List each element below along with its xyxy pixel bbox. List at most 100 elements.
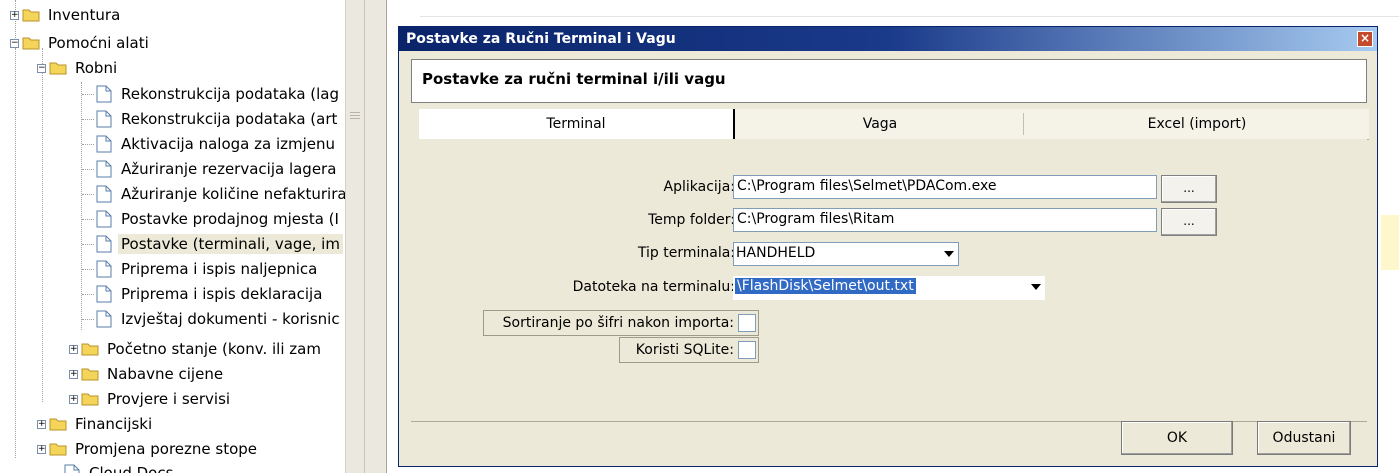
sqlite-label: Koristi SQLite: <box>635 342 734 358</box>
tab-terminal[interactable]: Terminal <box>419 109 735 139</box>
document-icon <box>64 464 80 473</box>
tab-label: Vaga <box>862 116 898 132</box>
expand-icon[interactable]: + <box>69 394 78 404</box>
tree-item-rekonstrukcija-lag[interactable]: Rekonstrukcija podataka (lag <box>96 82 342 106</box>
collapse-icon[interactable]: − <box>37 63 46 73</box>
ok-button[interactable]: OK <box>1121 421 1233 455</box>
scrollbar-grip-icon[interactable] <box>350 112 360 124</box>
temp-folder-label: Temp folder: <box>648 212 735 228</box>
tree-line <box>82 94 94 95</box>
tab-excel-import[interactable]: Excel (import) <box>1025 109 1369 139</box>
tree-line <box>82 319 94 320</box>
close-icon[interactable]: × <box>1357 31 1373 47</box>
aplikacija-label: Aplikacija: <box>663 179 735 195</box>
datoteka-select[interactable]: \FlashDisk\Selmet\out.txt <box>733 276 1045 300</box>
tree-item-label: Ažuriranje količine nefakturira <box>121 185 345 203</box>
document-icon <box>96 85 112 103</box>
tip-terminala-label: Tip terminala: <box>637 245 735 261</box>
document-icon <box>96 210 112 228</box>
tree-line <box>15 48 16 458</box>
tree-item-label: Priprema i ispis deklaracija <box>121 285 323 303</box>
settings-dialog: Postavke za Ručni Terminal i Vagu × Post… <box>398 26 1378 467</box>
sortiranje-checkbox[interactable] <box>738 314 756 332</box>
folder-open-icon <box>49 61 67 75</box>
tree-item-provjere[interactable]: + Provjere i servisi <box>69 387 233 411</box>
document-icon <box>96 160 112 178</box>
tree-item-label: Aktivacija naloga za izmjenu <box>121 135 336 153</box>
tab-bar: Terminal Vaga Excel (import) <box>419 109 1369 140</box>
dialog-header: Postavke za ručni terminal i/ili vagu <box>411 59 1367 103</box>
document-icon <box>96 285 112 303</box>
document-icon <box>96 110 112 128</box>
tree-item-label: Pomoćni alati <box>48 34 149 52</box>
tree-line <box>82 119 94 120</box>
aplikacija-browse-button[interactable]: ... <box>1161 175 1217 203</box>
tree-scrollbar[interactable] <box>345 0 365 473</box>
folder-icon <box>49 417 67 431</box>
tree-item-label: Početno stanje (konv. ili zam <box>107 340 321 358</box>
tree-item-nabavne-cijene[interactable]: + Nabavne cijene <box>69 362 226 386</box>
datoteka-label: Datoteka na terminalu: <box>572 279 735 295</box>
tree-item-cloud-docs[interactable]: Cloud Docs <box>64 461 176 473</box>
tree-item-priprema-deklaracija[interactable]: Priprema i ispis deklaracija <box>96 282 325 306</box>
sortiranje-checkbox-group[interactable]: Sortiranje po šifri nakon importa: <box>483 310 759 336</box>
tree-item-azuriranje-kolicine[interactable]: Ažuriranje količine nefakturira <box>96 182 345 206</box>
tip-terminala-select[interactable]: HANDHELD <box>733 242 959 266</box>
tree-item-label: Postavke prodajnog mjesta (I <box>121 210 339 228</box>
tree-item-label: Robni <box>75 59 118 77</box>
tab-label: Excel (import) <box>1147 116 1247 132</box>
dialog-title: Postavke za Ručni Terminal i Vagu <box>406 31 676 47</box>
tree-item-pomocni-alati[interactable]: − Pomoćni alati <box>10 31 152 55</box>
sqlite-checkbox-group[interactable]: Koristi SQLite: <box>619 337 759 363</box>
expand-icon[interactable]: + <box>69 344 78 354</box>
tip-terminala-value: HANDHELD <box>736 245 816 261</box>
temp-folder-input[interactable]: C:\Program files\Ritam <box>733 208 1157 232</box>
tree-item-azuriranje-rezervacija[interactable]: Ažuriranje rezervacija lagera <box>96 157 339 181</box>
tab-vaga[interactable]: Vaga <box>735 109 1025 139</box>
document-icon <box>96 260 112 278</box>
tree-item-pocetno-stanje[interactable]: + Početno stanje (konv. ili zam <box>69 337 324 361</box>
tree-line <box>82 144 94 145</box>
terminal-tab-panel: Aplikacija: C:\Program files\Selmet\PDAC… <box>411 139 1367 419</box>
tree-item-robni[interactable]: − Robni <box>37 56 120 80</box>
expand-icon[interactable]: + <box>69 369 78 379</box>
sqlite-checkbox[interactable] <box>738 341 756 359</box>
chevron-down-icon[interactable] <box>1031 284 1041 290</box>
folder-open-icon <box>22 36 40 50</box>
sortiranje-label: Sortiranje po šifri nakon importa: <box>502 315 734 331</box>
tree-item-priprema-naljepnica[interactable]: Priprema i ispis naljepnica <box>96 257 320 281</box>
tree-item-rekonstrukcija-art[interactable]: Rekonstrukcija podataka (art <box>96 107 340 131</box>
expand-icon[interactable]: + <box>10 10 19 20</box>
tree-line <box>82 194 94 195</box>
tree-item-postavke-prodajnog[interactable]: Postavke prodajnog mjesta (I <box>96 207 342 231</box>
tree-item-label: Rekonstrukcija podataka (lag <box>121 85 340 103</box>
tree-item-label: Nabavne cijene <box>107 365 224 383</box>
tree-item-izvjestaj[interactable]: Izvještaj dokumenti - korisnic <box>96 307 343 331</box>
tab-separator <box>1023 113 1024 135</box>
background-toolbar <box>420 0 1399 17</box>
tree-item-label: Ažuriranje rezervacija lagera <box>121 160 337 178</box>
collapse-icon[interactable]: − <box>10 38 19 48</box>
tree-item-financijski[interactable]: + Financijski <box>37 412 155 436</box>
chevron-down-icon[interactable] <box>944 251 954 257</box>
navigation-tree: + Inventura − Pomoćni alati − Robni Reko… <box>0 0 345 473</box>
splitter[interactable] <box>364 0 387 473</box>
folder-icon <box>49 442 67 456</box>
dialog-title-bar[interactable]: Postavke za Ručni Terminal i Vagu × <box>399 27 1377 51</box>
tree-item-label: Promjena porezne stope <box>75 440 258 458</box>
tree-item-promjena-porezne[interactable]: + Promjena porezne stope <box>37 437 260 461</box>
expand-icon[interactable]: + <box>37 419 46 429</box>
dialog-header-text: Postavke za ručni terminal i/ili vagu <box>422 70 726 88</box>
tree-line <box>82 169 94 170</box>
aplikacija-input[interactable]: C:\Program files\Selmet\PDACom.exe <box>733 175 1157 199</box>
tree-line <box>42 72 43 402</box>
temp-folder-browse-button[interactable]: ... <box>1161 208 1217 236</box>
cancel-button[interactable]: Odustani <box>1257 421 1351 455</box>
background-highlight <box>1381 215 1399 270</box>
tree-item-inventura[interactable]: + Inventura <box>10 3 123 27</box>
tree-item-postavke-terminali[interactable]: Postavke (terminali, vage, im <box>96 232 343 256</box>
tree-item-aktivacija[interactable]: Aktivacija naloga za izmjenu <box>96 132 338 156</box>
expand-icon[interactable]: + <box>37 444 46 454</box>
datoteka-value: \FlashDisk\Selmet\out.txt <box>735 278 916 294</box>
tree-item-label: Izvještaj dokumenti - korisnic <box>121 310 340 328</box>
